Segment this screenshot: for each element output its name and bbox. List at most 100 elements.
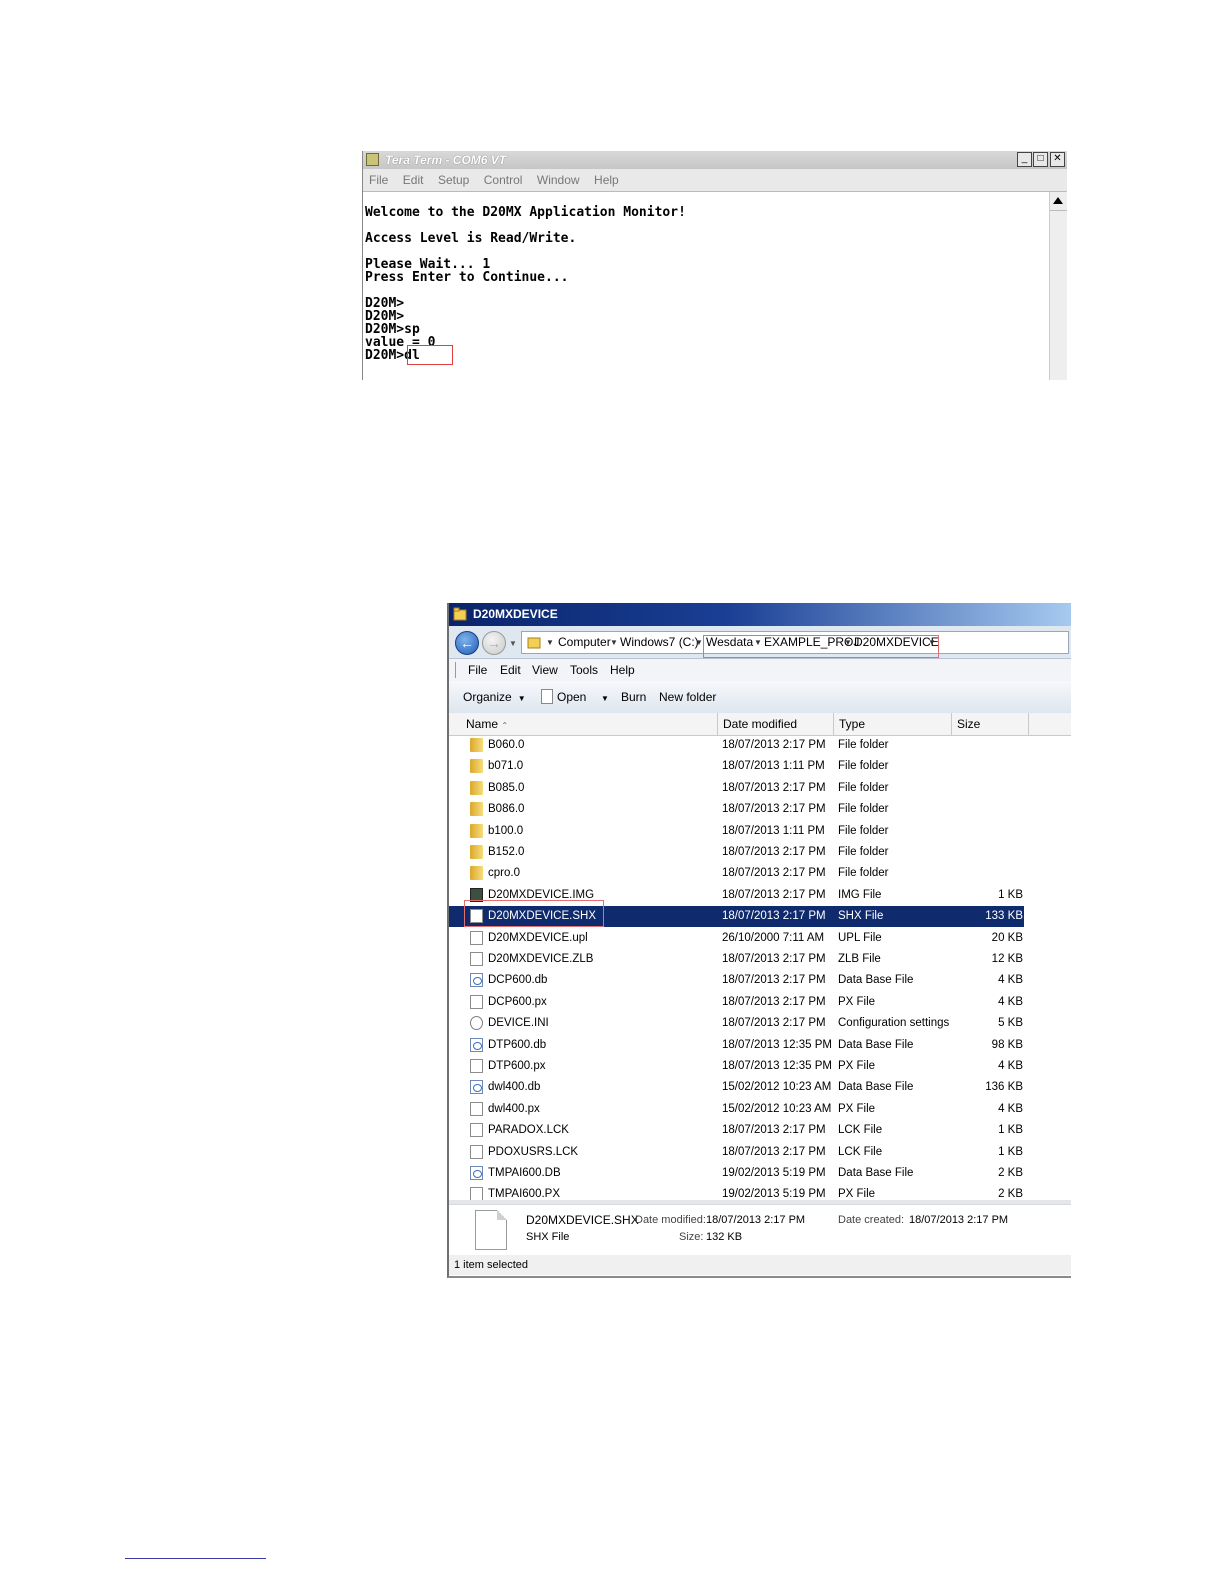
file-row[interactable]: DCP600.db 18/07/2013 2:17 PM Data Base Fil… (449, 970, 1024, 991)
file-row[interactable]: dwl400.db 15/02/2012 10:23 AM Data Base Fi… (449, 1077, 1024, 1098)
file-row[interactable]: PDOXUSRS.LCK 18/07/2013 2:17 PM LCK File 1 … (449, 1142, 1024, 1163)
file-name: DTP600.db (488, 1038, 547, 1051)
file-row[interactable]: DTP600.db 18/07/2013 12:35 PM Data Base Fi… (449, 1035, 1024, 1056)
file-row[interactable]: DTP600.px 18/07/2013 12:35 PM PX File 4 KB (449, 1056, 1024, 1077)
menu-file[interactable]: File (369, 169, 388, 191)
file-name: B152.0 (488, 846, 525, 858)
details-file-type: SHX File (526, 1231, 570, 1243)
minimize-button[interactable]: _ (1017, 152, 1032, 167)
file-row[interactable]: B085.0 18/07/2013 2:17 PM File folder (449, 778, 1024, 799)
explorer-titlebar[interactable]: D20MXDEVICE (449, 603, 1071, 626)
explorer-window: D20MXDEVICE ← → ▼ ▼ Computer ▼ Windows7 … (447, 603, 1071, 1278)
path-highlight-box (703, 635, 939, 658)
file-size: 1 KB (998, 888, 1023, 901)
recent-pages-chevron-icon[interactable]: ▼ (509, 639, 517, 648)
menu-file[interactable]: File (468, 659, 487, 681)
file-icon (470, 994, 483, 1009)
file-type: UPL File (838, 931, 882, 944)
maximize-button[interactable]: □ (1033, 152, 1048, 167)
chevron-down-icon[interactable]: ▼ (695, 632, 703, 653)
file-row[interactable]: cpro.0 18/07/2013 2:17 PM File folder (449, 863, 1024, 884)
column-date-modified[interactable]: Date modified (718, 713, 834, 735)
file-type: Configuration settings (838, 1017, 950, 1030)
file-row[interactable]: B152.0 18/07/2013 2:17 PM File folder (449, 842, 1024, 863)
teraterm-titlebar[interactable]: Tera Term - COM6 VT _ □ ✕ (363, 151, 1067, 169)
details-date-modified: 18/07/2013 2:17 PM (706, 1214, 806, 1226)
terminal-output[interactable]: Welcome to the D20MX Application Monitor… (363, 192, 1049, 380)
file-date-modified: 18/07/2013 2:17 PM (722, 867, 826, 880)
teraterm-menubar: File Edit Setup Control Window Help (363, 169, 1067, 192)
column-size[interactable]: Size (952, 713, 1029, 735)
chevron-down-icon[interactable]: ▼ (546, 632, 554, 653)
file-icon (470, 1144, 483, 1159)
file-row[interactable]: PARADOX.LCK 18/07/2013 2:17 PM LCK File 1 K… (449, 1120, 1024, 1141)
new-folder-button[interactable]: New folder (659, 681, 716, 713)
chevron-down-icon: ▼ (601, 694, 609, 703)
chevron-down-icon[interactable]: ▼ (610, 632, 618, 653)
file-type: File folder (838, 867, 889, 880)
file-type: File folder (838, 760, 889, 773)
file-row[interactable]: dwl400.px 15/02/2012 10:23 AM PX File 4 KB (449, 1099, 1024, 1120)
burn-button[interactable]: Burn (621, 681, 646, 713)
forward-button[interactable]: → (482, 631, 506, 655)
menu-control[interactable]: Control (484, 169, 523, 191)
file-row[interactable]: DEVICE.INI 18/07/2013 2:17 PM Configuratio… (449, 1013, 1024, 1034)
file-date-modified: 18/07/2013 2:17 PM (722, 953, 826, 965)
menu-window[interactable]: Window (537, 169, 580, 191)
file-type: ZLB File (838, 953, 881, 965)
menu-setup[interactable]: Setup (438, 169, 469, 191)
file-type: File folder (838, 824, 889, 837)
teraterm-title: Tera Term - COM6 VT (385, 153, 507, 167)
details-date-created-label: Date created: (838, 1214, 905, 1226)
file-row[interactable]: b100.0 18/07/2013 1:11 PM File folder (449, 821, 1024, 842)
file-icon (470, 1101, 483, 1116)
file-row[interactable]: B086.0 18/07/2013 2:17 PM File folder (449, 799, 1024, 820)
file-row[interactable]: b071.0 18/07/2013 1:11 PM File folder (449, 756, 1024, 777)
column-name[interactable]: Name ⌃ (461, 713, 718, 735)
column-type[interactable]: Type (834, 713, 952, 735)
scroll-up-button[interactable] (1050, 192, 1067, 211)
file-type: Data Base File (838, 1167, 914, 1179)
file-row[interactable]: DCP600.px 18/07/2013 2:17 PM PX File 4 KB (449, 992, 1024, 1013)
open-button[interactable]: Open (557, 681, 586, 713)
file-type: LCK File (838, 1145, 883, 1158)
file-icon (470, 930, 483, 945)
menu-edit[interactable]: Edit (500, 659, 521, 681)
file-date-modified: 18/07/2013 2:17 PM (722, 846, 826, 858)
file-type: Data Base File (838, 974, 914, 987)
file-row[interactable]: TMPAI600.DB 19/02/2013 5:19 PM Data Base F… (449, 1163, 1024, 1184)
menu-help[interactable]: Help (610, 659, 635, 681)
file-row[interactable]: B060.0 18/07/2013 2:17 PM File folder (449, 735, 1024, 756)
menu-help[interactable]: Help (594, 169, 619, 191)
file-name: B086.0 (488, 803, 525, 816)
back-button[interactable]: ← (455, 631, 479, 655)
close-button[interactable]: ✕ (1050, 152, 1065, 167)
file-type: LCK File (838, 1124, 883, 1137)
menu-view[interactable]: View (532, 659, 558, 681)
organize-button[interactable]: Organize ▼ (463, 681, 526, 715)
details-size-label: Size: (679, 1231, 704, 1243)
file-list: B060.0 18/07/2013 2:17 PM File folder b071.… (449, 735, 1071, 1202)
breadcrumb-drive[interactable]: Windows7 (C:) (620, 632, 699, 653)
file-row[interactable]: D20MXDEVICE.upl 26/10/2000 7:11 AM UPL Fil… (449, 928, 1024, 949)
chevron-down-icon: ▼ (517, 694, 526, 703)
file-icon (470, 1123, 483, 1138)
file-name: D20MXDEVICE.ZLB (488, 953, 594, 965)
file-name: B060.0 (488, 739, 525, 751)
open-options-chevron-icon[interactable]: ▼ (595, 681, 609, 715)
file-date-modified: 18/07/2013 2:17 PM (722, 995, 826, 1008)
file-date-modified: 18/07/2013 2:17 PM (722, 1145, 826, 1158)
terminal-line: Access Level is Read/Write. (365, 231, 577, 246)
command-bar: Organize ▼ Open ▼ Burn New folder (449, 681, 1071, 714)
file-size: 12 KB (991, 953, 1023, 965)
breadcrumb-computer[interactable]: Computer (558, 632, 611, 653)
file-name: DEVICE.INI (488, 1017, 549, 1030)
terminal-scrollbar[interactable] (1049, 192, 1067, 380)
file-size: 4 KB (998, 974, 1023, 987)
file-icon (475, 1210, 507, 1250)
menu-edit[interactable]: Edit (403, 169, 424, 191)
file-name: b071.0 (488, 760, 524, 773)
file-date-modified: 18/07/2013 1:11 PM (722, 760, 825, 773)
menu-tools[interactable]: Tools (570, 659, 598, 681)
file-row[interactable]: D20MXDEVICE.ZLB 18/07/2013 2:17 PM ZLB Fil… (449, 949, 1024, 970)
